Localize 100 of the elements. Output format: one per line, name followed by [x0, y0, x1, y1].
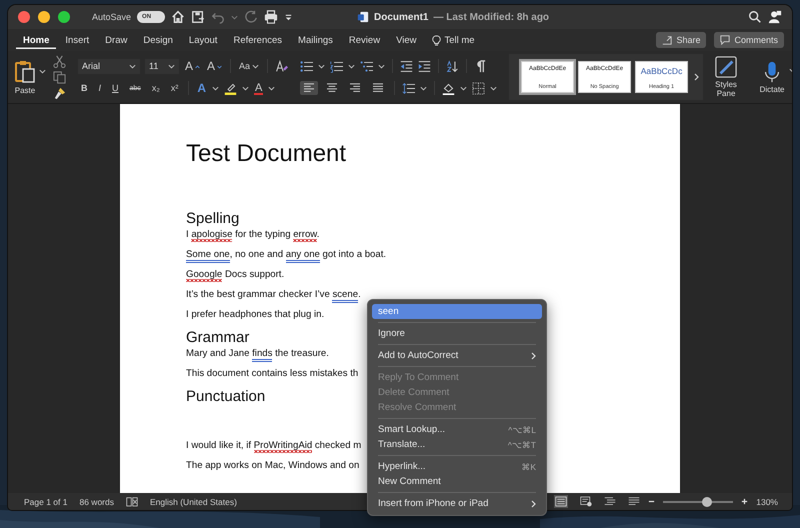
italic-button[interactable]: I	[96, 83, 104, 93]
clipboard-icon	[14, 60, 36, 84]
decrease-indent-icon[interactable]	[400, 60, 414, 72]
font-dropdown[interactable]: Arial	[78, 58, 140, 74]
clear-formatting-icon[interactable]	[275, 60, 288, 72]
minimize-button[interactable]	[38, 11, 50, 23]
word-count[interactable]: 86 words	[79, 496, 114, 506]
styles-pane-icon	[715, 56, 738, 78]
print-layout-icon[interactable]	[554, 495, 568, 508]
sort-icon[interactable]	[446, 60, 460, 72]
customize-icon[interactable]	[284, 12, 294, 22]
menu-item: Reply To Comment	[377, 371, 460, 385]
outline-icon[interactable]	[604, 496, 616, 507]
window-title: Document1	[374, 12, 428, 22]
autosave-label: AutoSave	[92, 12, 132, 22]
search-icon[interactable]	[748, 10, 762, 24]
increase-indent-icon[interactable]	[418, 60, 432, 72]
grow-font-button[interactable]: A	[184, 59, 202, 73]
tell-me-button[interactable]: Tell me	[425, 32, 482, 48]
paragraph: The app works on Mac, Windows and on	[186, 460, 360, 472]
zoom-button[interactable]	[58, 11, 70, 23]
ribbon-tab[interactable]: Home	[16, 32, 56, 48]
menu-item[interactable]: Translate... ^⌥⌘T	[372, 437, 542, 452]
zoom-in-icon[interactable]	[741, 498, 748, 505]
print-icon[interactable]	[264, 10, 278, 24]
menu-item[interactable]: Ignore	[372, 326, 542, 341]
change-case-button[interactable]: Aa	[238, 61, 260, 71]
page-count[interactable]: Page 1 of 1	[24, 496, 68, 506]
slider-thumb[interactable]	[702, 496, 712, 506]
ribbon-tab[interactable]: Design	[136, 32, 180, 48]
dictate-button[interactable]: Dictate	[755, 60, 790, 94]
bold-button[interactable]: B	[78, 83, 90, 93]
share-button[interactable]: Share	[656, 32, 706, 48]
home-icon[interactable]	[171, 10, 186, 24]
menu-item[interactable]: Smart Lookup... ^⌥⌘L	[372, 422, 542, 437]
save-icon[interactable]	[191, 10, 206, 24]
redo-icon[interactable]	[244, 10, 258, 24]
document-title: Test Document	[186, 140, 346, 168]
speech-bubble-icon	[720, 35, 730, 45]
font-size-dropdown[interactable]: 11	[145, 58, 179, 74]
paragraph: Some one, no one and any one got into a boat.	[186, 249, 386, 261]
menu-item[interactable]: Hyperlink... ⌘K	[372, 459, 542, 474]
chevron-icon	[531, 352, 536, 360]
ribbon-tab[interactable]: Review	[342, 32, 388, 48]
copy-icon[interactable]	[53, 70, 66, 84]
proofing-icon[interactable]	[126, 496, 138, 507]
chevron-icon[interactable]	[694, 73, 700, 81]
paragraph: This document contains less mistakes th	[186, 368, 358, 380]
align-icon	[349, 83, 362, 93]
zoom-level[interactable]: 130%	[756, 496, 778, 506]
paragraph: It’s the best grammar checker I’ve scene.	[186, 289, 361, 301]
font-color-button[interactable]: A	[254, 82, 264, 94]
last-modified-text: — Last Modified: 8h ago	[433, 12, 550, 22]
numbering-icon[interactable]	[330, 60, 344, 72]
paragraph: Mary and Jane finds the treasure.	[186, 348, 329, 360]
menu-item[interactable]: Insert from iPhone or iPad	[372, 496, 542, 511]
paragraph: I prefer headphones that plug in.	[186, 309, 324, 321]
section-heading: Grammar	[186, 329, 250, 347]
line-spacing-icon[interactable]	[402, 82, 416, 94]
borders-icon[interactable]	[472, 82, 486, 94]
ribbon-tab[interactable]: References	[226, 32, 290, 48]
styles-pane-button[interactable]: Styles Pane	[709, 56, 744, 98]
menu-item: Resolve Comment	[377, 401, 458, 415]
ribbon-tab[interactable]: Draw	[98, 32, 134, 48]
comments-button[interactable]: Comments	[714, 32, 784, 48]
person-icon[interactable]	[768, 10, 782, 24]
lightbulb-icon	[432, 34, 442, 46]
zoom-out-icon[interactable]	[648, 498, 656, 505]
menu-item[interactable]: Add to AutoCorrect	[372, 348, 542, 363]
ribbon-tab[interactable]: Layout	[182, 32, 224, 48]
section-heading: Spelling	[186, 210, 240, 228]
paste-button[interactable]: Paste	[14, 60, 36, 94]
draft-icon[interactable]	[628, 496, 640, 507]
align-button[interactable]	[300, 81, 318, 95]
underline-button[interactable]: U	[109, 83, 122, 93]
menu-item[interactable]: New Comment	[372, 474, 542, 489]
subscript-button[interactable]: x₂	[148, 83, 163, 93]
highlighter-icon[interactable]	[224, 82, 237, 94]
web-layout-icon[interactable]	[580, 496, 592, 507]
scissors-icon[interactable]	[53, 54, 66, 68]
ribbon-tab[interactable]: View	[389, 32, 424, 48]
paragraph: I would like it, if ProWritingAid checked m	[186, 440, 362, 452]
share-icon	[662, 35, 672, 45]
ribbon-tab[interactable]: Insert	[58, 32, 96, 48]
shrink-font-button[interactable]: A	[206, 59, 224, 73]
paragraph: Gooogle Docs support.	[186, 269, 284, 281]
language-label[interactable]: English (United States)	[150, 496, 237, 506]
document-icon	[357, 11, 370, 23]
close-button[interactable]	[18, 11, 30, 23]
bullets-icon[interactable]	[300, 60, 314, 72]
shading-icon[interactable]	[442, 82, 456, 94]
multilevel-list-icon[interactable]	[360, 60, 374, 72]
paragraph: I apologise for the typing errow.	[186, 229, 320, 241]
undo-icon[interactable]	[211, 10, 226, 24]
text-effects-button[interactable]: A	[196, 81, 207, 95]
superscript-button[interactable]: x²	[168, 83, 182, 93]
ribbon-tab[interactable]: Mailings	[291, 32, 340, 48]
menu-item[interactable]: seen	[372, 304, 542, 319]
paintbrush-icon[interactable]	[53, 86, 66, 100]
chevron-icon	[531, 500, 536, 508]
